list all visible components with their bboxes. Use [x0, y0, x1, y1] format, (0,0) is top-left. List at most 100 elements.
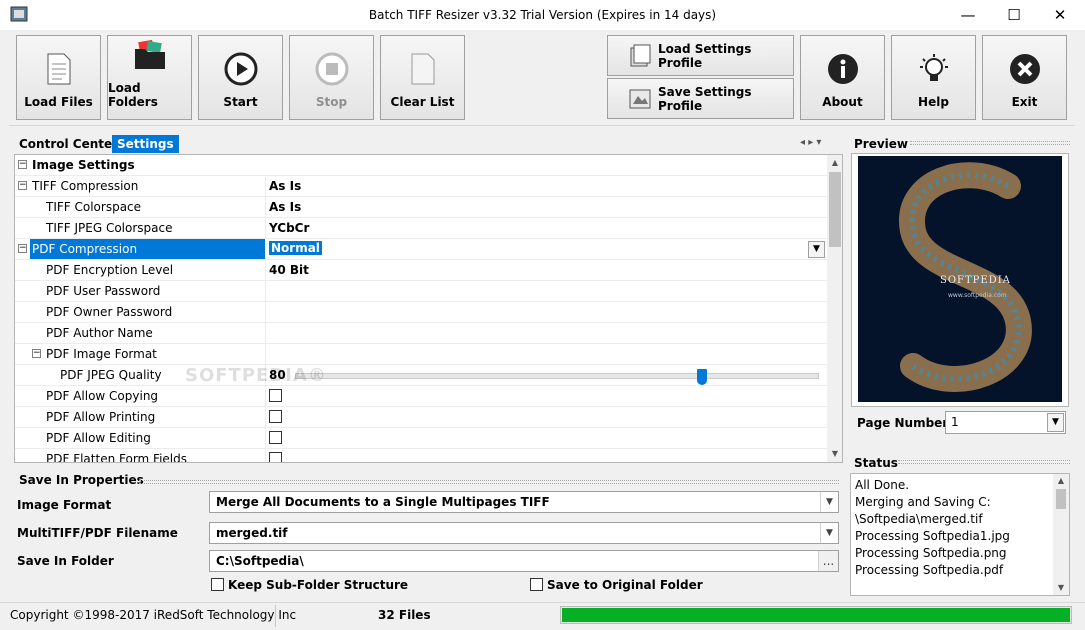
image-format-select[interactable]: Merge All Documents to a Single Multipag… [209, 491, 839, 513]
minimize-button[interactable]: — [945, 0, 991, 30]
start-button[interactable]: Start [198, 35, 283, 120]
title-bar: Batch TIFF Resizer v3.32 Trial Version (… [0, 0, 1085, 30]
grid-row-tiff-jpeg-colorspace[interactable]: TIFF JPEG Colorspace YCbCr [15, 218, 827, 239]
tab-navigation-arrows[interactable]: ◂ ▸ ▾ [800, 137, 821, 148]
file-count: 32 Files [378, 608, 431, 622]
status-log: All Done. Merging and Saving C: \Softped… [850, 473, 1070, 596]
lightbulb-icon [916, 51, 952, 87]
filename-label: MultiTIFF/PDF Filename [17, 526, 178, 540]
grid-scrollbar[interactable]: ▲ ▼ [827, 155, 842, 462]
about-label: About [822, 95, 863, 109]
exit-button[interactable]: Exit [982, 35, 1067, 120]
status-header: Status [854, 456, 898, 470]
close-button[interactable]: ✕ [1037, 0, 1083, 30]
status-line: Processing Softpedia1.jpg [855, 529, 1010, 543]
load-folders-label: Load Folders [108, 81, 158, 109]
scroll-up-icon[interactable]: ▲ [1053, 474, 1069, 488]
pdf-compression-select[interactable]: Normal [269, 241, 322, 255]
grid-row-pdf-jpeg-quality[interactable]: PDF JPEG Quality 80 SOFTPEDIA® [15, 365, 827, 386]
collapse-icon[interactable]: − [18, 244, 27, 253]
status-line: Merging and Saving C: [855, 495, 991, 509]
page-number-value: 1 [951, 415, 959, 429]
stop-label: Stop [315, 95, 348, 109]
help-button[interactable]: Help [891, 35, 976, 120]
clear-list-button[interactable]: Clear List [380, 35, 465, 120]
chevron-down-icon[interactable]: ▼ [1047, 413, 1064, 432]
status-bar: Copyright ©1998-2017 iRedSoft Technology… [0, 602, 1085, 630]
save-original-checkbox[interactable] [530, 578, 543, 591]
grid-row-pdf-author-name[interactable]: PDF Author Name [15, 323, 827, 344]
allow-editing-checkbox[interactable] [269, 431, 282, 444]
grid-row-pdf-allow-editing[interactable]: PDF Allow Editing [15, 428, 827, 449]
grid-row-image-settings[interactable]: − Image Settings [15, 155, 827, 176]
header-grip [139, 480, 839, 484]
scroll-down-icon[interactable]: ▼ [827, 446, 842, 462]
save-in-folder-input[interactable]: C:\Softpedia\ ... [209, 550, 839, 572]
toolbar: Load Files Load Folders Start Stop Clear… [9, 31, 1075, 126]
collapse-icon[interactable]: − [18, 160, 27, 169]
save-settings-profile-button[interactable]: Save Settings Profile [607, 78, 794, 119]
clear-list-label: Clear List [390, 95, 455, 109]
scroll-thumb[interactable] [829, 172, 841, 247]
allow-copying-checkbox[interactable] [269, 389, 282, 402]
tab-settings[interactable]: Settings [112, 135, 179, 153]
grid-row-tiff-compression[interactable]: − TIFF Compression As Is [15, 176, 827, 197]
save-original-label: Save to Original Folder [547, 578, 703, 592]
grid-row-tiff-colorspace[interactable]: TIFF Colorspace As Is [15, 197, 827, 218]
page-number-select[interactable]: 1 ▼ [945, 411, 1066, 434]
grid-row-pdf-compression[interactable]: − PDF Compression Normal ▼ [15, 239, 827, 260]
status-scrollbar[interactable]: ▲ ▼ [1053, 474, 1069, 595]
load-folders-button[interactable]: Load Folders [107, 35, 192, 120]
document-icon [41, 51, 77, 87]
grid-value: As Is [269, 200, 302, 214]
status-header-grip [898, 460, 1070, 464]
allow-printing-checkbox[interactable] [269, 410, 282, 423]
status-line: Processing Softpedia.pdf [855, 563, 1004, 577]
scroll-up-icon[interactable]: ▲ [827, 155, 842, 171]
grid-row-pdf-image-format[interactable]: − PDF Image Format [15, 344, 827, 365]
preview-image-subtext: www.softpedia.com [948, 292, 1007, 299]
load-settings-profile-label: Load Settings Profile [658, 41, 752, 70]
save-in-folder-value: C:\Softpedia\ [216, 554, 304, 568]
preview-pane: SOFTPEDIA www.softpedia.com [851, 153, 1069, 407]
scroll-down-icon[interactable]: ▼ [1053, 581, 1069, 595]
grid-value: YCbCr [269, 221, 310, 235]
flatten-form-fields-checkbox[interactable] [269, 452, 282, 462]
browse-button[interactable]: ... [818, 551, 838, 571]
save-in-folder-label: Save In Folder [17, 554, 114, 568]
filename-value: merged.tif [216, 526, 288, 540]
slider-thumb[interactable] [697, 369, 707, 385]
grid-row-pdf-user-password[interactable]: PDF User Password [15, 281, 827, 302]
progress-bar [560, 606, 1072, 624]
about-button[interactable]: About [800, 35, 885, 120]
filename-select[interactable]: merged.tif ▼ [209, 522, 839, 544]
image-format-value: Merge All Documents to a Single Multipag… [216, 495, 550, 509]
status-line: All Done. [855, 478, 910, 492]
page-number-label: Page Number [857, 416, 949, 430]
grid-row-pdf-allow-copying[interactable]: PDF Allow Copying [15, 386, 827, 407]
collapse-icon[interactable]: − [18, 181, 27, 190]
grid-row-pdf-allow-printing[interactable]: PDF Allow Printing [15, 407, 827, 428]
load-settings-profile-button[interactable]: Load Settings Profile [607, 35, 794, 76]
collapse-icon[interactable]: − [32, 349, 41, 358]
load-files-button[interactable]: Load Files [16, 35, 101, 120]
play-icon [223, 51, 259, 87]
scroll-thumb[interactable] [1056, 489, 1066, 509]
load-profile-icon [628, 44, 652, 68]
window-title: Batch TIFF Resizer v3.32 Trial Version (… [368, 8, 717, 22]
grid-row-pdf-owner-password[interactable]: PDF Owner Password [15, 302, 827, 323]
chevron-down-icon[interactable]: ▼ [808, 241, 825, 258]
preview-image: SOFTPEDIA www.softpedia.com [858, 156, 1062, 402]
keep-subfolder-checkbox[interactable] [211, 578, 224, 591]
save-panel-header: Save In Properties [19, 473, 144, 487]
stop-button[interactable]: Stop [289, 35, 374, 120]
keep-subfolder-label: Keep Sub-Folder Structure [228, 578, 409, 592]
jpeg-quality-slider[interactable] [295, 369, 819, 385]
grid-row-pdf-flatten-form-fields[interactable]: PDF Flatten Form Fields [15, 449, 827, 462]
grid-row-pdf-encryption-level[interactable]: PDF Encryption Level 40 Bit [15, 260, 827, 281]
chevron-down-icon[interactable]: ▼ [820, 492, 838, 512]
tab-control-center[interactable]: Control Center [14, 135, 123, 153]
chevron-down-icon[interactable]: ▼ [820, 523, 838, 543]
maximize-button[interactable]: ☐ [991, 0, 1037, 30]
preview-header: Preview [854, 137, 909, 151]
